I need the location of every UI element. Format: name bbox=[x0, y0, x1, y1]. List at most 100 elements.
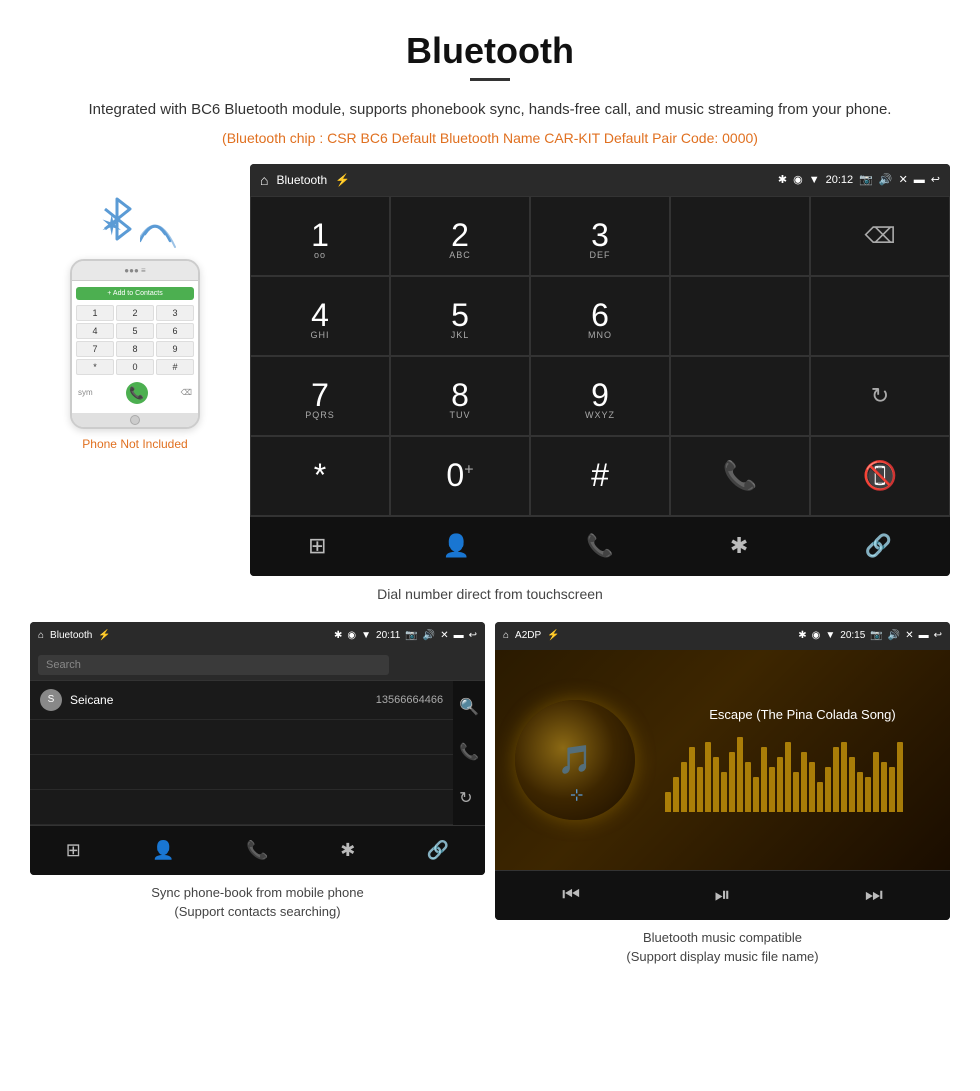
music-card: ⌂ A2DP ⚡ ✱ ◉ ▼ 20:15 📷 🔊 ✕ ▬ ↩ bbox=[495, 622, 950, 967]
eq-bar bbox=[785, 742, 791, 812]
music-controls: ⏮ ⏯ ⏭ bbox=[495, 870, 950, 920]
music-layout-icon[interactable]: ▬ bbox=[919, 630, 929, 641]
dial-key-5[interactable]: 5 JKL bbox=[390, 276, 530, 356]
phone-key-hash[interactable]: # bbox=[156, 359, 194, 375]
phone-key-8[interactable]: 8 bbox=[116, 341, 154, 357]
pb-nav-grid[interactable]: ⊞ bbox=[66, 840, 81, 861]
pb-nav-user[interactable]: 👤 bbox=[152, 840, 174, 861]
dial-key-1[interactable]: 1 oo bbox=[250, 196, 390, 276]
car-dial-screen: ⌂ Bluetooth ⚡ ✱ ◉ ▼ 20:12 📷 🔊 ✕ ▬ ↩ bbox=[250, 164, 950, 576]
close-icon[interactable]: ✕ bbox=[899, 173, 908, 186]
eq-bar bbox=[889, 767, 895, 812]
phone-key-3[interactable]: 3 bbox=[156, 305, 194, 321]
music-eq-bars bbox=[665, 732, 940, 812]
eq-bar bbox=[873, 752, 879, 812]
pb-vol-icon[interactable]: 🔊 bbox=[423, 630, 435, 641]
home-icon[interactable]: ⌂ bbox=[260, 172, 268, 188]
dial-key-6[interactable]: 6 MNO bbox=[530, 276, 670, 356]
music-main-area: 🎵 ⊹ Escape (The Pina Colada Song) bbox=[495, 650, 950, 870]
volume-icon[interactable]: 🔊 bbox=[879, 173, 893, 186]
pb-home-icon[interactable]: ⌂ bbox=[38, 630, 44, 641]
phone-key-5[interactable]: 5 bbox=[116, 323, 154, 339]
music-note-icon: 🎵 bbox=[558, 743, 593, 776]
phone-key-4[interactable]: 4 bbox=[76, 323, 114, 339]
pb-app-name: Bluetooth bbox=[50, 630, 92, 641]
phone-key-star[interactable]: * bbox=[76, 359, 114, 375]
pb-nav-bt[interactable]: ✱ bbox=[340, 840, 355, 861]
phone-home-button[interactable] bbox=[130, 415, 140, 425]
dial-key-3[interactable]: 3 DEF bbox=[530, 196, 670, 276]
pb-back-icon[interactable]: ↩ bbox=[469, 630, 477, 641]
dial-key-star[interactable]: * bbox=[250, 436, 390, 516]
music-play-pause-icon[interactable]: ⏯ bbox=[714, 884, 730, 907]
pb-nav-link[interactable]: 🔗 bbox=[427, 840, 449, 861]
pb-close-icon[interactable]: ✕ bbox=[440, 630, 448, 641]
dial-key-hash[interactable]: # bbox=[530, 436, 670, 516]
music-home-icon[interactable]: ⌂ bbox=[503, 630, 509, 641]
dial-call-end[interactable]: 📵 bbox=[810, 436, 950, 516]
dial-key-2[interactable]: 2 ABC bbox=[390, 196, 530, 276]
eq-bar bbox=[881, 762, 887, 812]
phone-key-2[interactable]: 2 bbox=[116, 305, 154, 321]
nav-contact-icon[interactable]: 👤 bbox=[443, 533, 470, 559]
page-title: Bluetooth bbox=[0, 0, 980, 78]
nav-link-icon[interactable]: 🔗 bbox=[864, 533, 891, 559]
music-back-icon[interactable]: ↩ bbox=[934, 630, 942, 641]
nav-grid-icon[interactable]: ⊞ bbox=[308, 533, 326, 559]
pb-search-input[interactable]: Search bbox=[38, 655, 389, 675]
dial-backspace[interactable]: ⌫ bbox=[810, 196, 950, 276]
music-caption: Bluetooth music compatible (Support disp… bbox=[626, 928, 818, 967]
phone-key-9[interactable]: 9 bbox=[156, 341, 194, 357]
dial-refresh[interactable]: ↻ bbox=[810, 356, 950, 436]
eq-bar bbox=[841, 742, 847, 812]
eq-bar bbox=[713, 757, 719, 812]
status-right: ✱ ◉ ▼ 20:12 📷 🔊 ✕ ▬ ↩ bbox=[778, 173, 940, 186]
contact-phone: 13566664466 bbox=[376, 694, 443, 706]
music-next-icon[interactable]: ⏭ bbox=[865, 884, 883, 907]
pb-layout-icon[interactable]: ▬ bbox=[454, 630, 464, 641]
phone-illustration: ✶ ●●● ≡ + Add to Contacts 1 2 bbox=[30, 194, 240, 451]
dial-key-0[interactable]: 0+ bbox=[390, 436, 530, 516]
dial-key-7[interactable]: 7 PQRS bbox=[250, 356, 390, 436]
pb-refresh-icon[interactable]: ↻ bbox=[459, 788, 479, 808]
music-cam-icon[interactable]: 📷 bbox=[870, 630, 882, 641]
pb-search-icon[interactable]: 🔍 bbox=[459, 697, 479, 717]
car-status-bar: ⌂ Bluetooth ⚡ ✱ ◉ ▼ 20:12 📷 🔊 ✕ ▬ ↩ bbox=[250, 164, 950, 196]
eq-bar bbox=[745, 762, 751, 812]
music-close-icon[interactable]: ✕ bbox=[905, 630, 913, 641]
pb-nav-phone[interactable]: 📞 bbox=[246, 840, 268, 861]
dial-call-answer[interactable]: 📞 bbox=[670, 436, 810, 516]
eq-bar bbox=[673, 777, 679, 812]
dial-key-4[interactable]: 4 GHI bbox=[250, 276, 390, 356]
layout-icon[interactable]: ▬ bbox=[914, 174, 925, 186]
music-album-art: 🎵 ⊹ bbox=[515, 700, 635, 820]
phone-key-6[interactable]: 6 bbox=[156, 323, 194, 339]
dial-key-9[interactable]: 9 WXYZ bbox=[530, 356, 670, 436]
dial-key-8[interactable]: 8 TUV bbox=[390, 356, 530, 436]
music-vol-icon[interactable]: 🔊 bbox=[888, 630, 900, 641]
phone-key-7[interactable]: 7 bbox=[76, 341, 114, 357]
status-left: ⌂ Bluetooth ⚡ bbox=[260, 172, 350, 188]
contact-avatar: S bbox=[40, 689, 62, 711]
phone-call-button[interactable]: 📞 bbox=[126, 382, 148, 404]
pb-contact-list: S Seicane 13566664466 bbox=[30, 681, 453, 825]
pb-contact-row[interactable]: S Seicane 13566664466 bbox=[30, 681, 453, 720]
eq-bar bbox=[737, 737, 743, 812]
music-status-bar: ⌂ A2DP ⚡ ✱ ◉ ▼ 20:15 📷 🔊 ✕ ▬ ↩ bbox=[495, 622, 950, 650]
nav-bluetooth-icon[interactable]: ✱ bbox=[730, 533, 748, 559]
music-prev-icon[interactable]: ⏮ bbox=[562, 884, 580, 907]
pb-cam-icon[interactable]: 📷 bbox=[405, 630, 417, 641]
orange-info-text: (Bluetooth chip : CSR BC6 Default Blueto… bbox=[0, 130, 980, 146]
eq-bar bbox=[817, 782, 823, 812]
phone-key-1[interactable]: 1 bbox=[76, 305, 114, 321]
eq-bar bbox=[825, 767, 831, 812]
pb-call-icon[interactable]: 📞 bbox=[459, 742, 479, 762]
wifi-icon: ▼ bbox=[809, 174, 820, 186]
phone-key-0[interactable]: 0 bbox=[116, 359, 154, 375]
nav-phone-icon[interactable]: 📞 bbox=[586, 533, 613, 559]
back-icon[interactable]: ↩ bbox=[931, 173, 940, 186]
pb-nav-bar: ⊞ 👤 📞 ✱ 🔗 bbox=[30, 825, 485, 875]
bt-signal-area: ✶ bbox=[90, 194, 180, 254]
camera-icon[interactable]: 📷 bbox=[859, 173, 873, 186]
music-app-name: A2DP bbox=[515, 630, 541, 641]
